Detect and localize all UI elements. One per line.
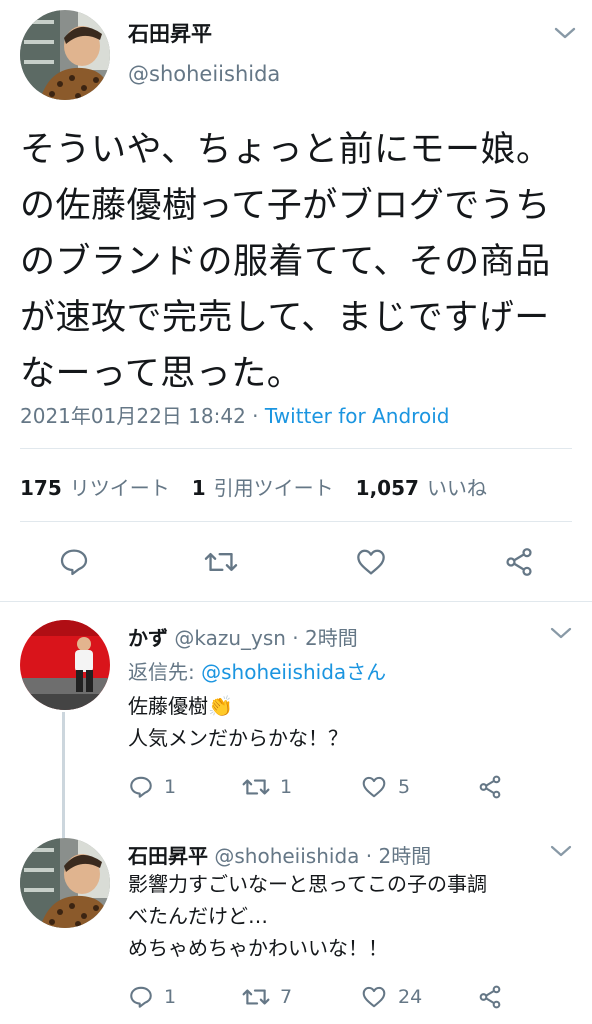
quotes-label[interactable]: 引用ツイート [214, 476, 334, 500]
retweet-count: 1 [280, 776, 293, 798]
retweet-button[interactable]: 7 [242, 984, 292, 1010]
like-icon [362, 986, 386, 1008]
like-count: 24 [398, 986, 423, 1008]
chevron-down-icon[interactable] [554, 26, 576, 40]
author-avatar-image [20, 10, 110, 100]
reply-handle[interactable]: @shoheiishida [214, 844, 359, 868]
like-icon [357, 549, 385, 575]
reply-button[interactable]: 1 [128, 774, 176, 800]
section-divider [0, 601, 592, 602]
reply-header: かず @kazu_ysn · 2時間 [128, 622, 358, 651]
reply-button[interactable]: 1 [128, 984, 176, 1010]
reply-text: 佐藤優樹👏 人気メンだからかな！？ [128, 690, 568, 754]
reply-avatar-image [20, 620, 110, 710]
share-button[interactable] [476, 984, 504, 1010]
author-handle[interactable]: @shoheiishida [128, 62, 280, 86]
reply-time[interactable]: · 2時間 [286, 626, 357, 650]
author-display-name[interactable]: 石田昇平 [128, 18, 212, 48]
reply-count: 1 [164, 776, 177, 798]
like-button[interactable] [354, 546, 388, 578]
reply-display-name[interactable]: かず [128, 626, 168, 650]
retweets-count[interactable]: 175 [20, 476, 62, 500]
reply-icon [60, 549, 88, 576]
reply-avatar[interactable] [20, 620, 110, 710]
like-count: 5 [398, 776, 411, 798]
tweet-meta: 2021年01月22日 18:42 · Twitter for Android [20, 400, 449, 429]
tweet-source-link[interactable]: Twitter for Android [265, 404, 450, 428]
retweet-icon [242, 779, 270, 795]
share-icon [479, 775, 501, 799]
tweet-text-line: なーって思った。 [20, 354, 303, 394]
tweet-timestamp[interactable]: 2021年01月22日 18:42 [20, 404, 246, 428]
quotes-count[interactable]: 1 [192, 476, 206, 500]
reply-button[interactable] [58, 546, 90, 578]
reply-text: 影響力すごいなーと思ってこの子の事調 べたんだけど… めちゃめちゃかわいいな！！ [128, 868, 578, 964]
tweet-text-line: の佐藤優樹って子がブログでうち [20, 186, 551, 226]
reply-avatar-image [20, 838, 110, 928]
reply-icon [130, 986, 152, 1008]
divider [20, 448, 572, 449]
tweet-stats: 175 リツイート 1 引用ツイート 1,057 いいね [20, 472, 509, 501]
reply-text-line: べたんだけど… [128, 904, 268, 928]
likes-count[interactable]: 1,057 [356, 476, 419, 500]
share-icon [479, 985, 501, 1009]
author-avatar[interactable] [20, 10, 110, 100]
retweet-count: 7 [280, 986, 293, 1008]
reply-avatar[interactable] [20, 838, 110, 928]
tweet-text: そういや、ちょっと前にモー娘。 の佐藤優樹って子がブログでうち のブランドの服着… [20, 122, 580, 402]
reply-text-line: 佐藤優樹👏 [128, 694, 233, 718]
retweet-button[interactable] [204, 546, 238, 578]
thread-line [62, 712, 65, 838]
tweet-text-line: が速攻で完売して、まじですげー [20, 298, 550, 338]
like-button[interactable]: 5 [360, 774, 410, 800]
share-button[interactable] [502, 546, 536, 578]
reply-header: 石田昇平 @shoheiishida · 2時間 [128, 840, 431, 869]
retweets-label[interactable]: リツイート [70, 476, 170, 500]
retweet-icon [242, 989, 270, 1005]
tweet-text-line: そういや、ちょっと前にモー娘。 [20, 130, 552, 170]
replying-to: 返信先: @shoheiishidaさん [128, 656, 386, 685]
replying-to-link[interactable]: @shoheiishidaさん [201, 660, 386, 684]
like-icon [362, 776, 386, 798]
reply-icon [130, 776, 152, 798]
retweet-icon [204, 552, 238, 572]
tweet-text-line: のブランドの服着てて、その商品 [20, 242, 551, 282]
reply-display-name[interactable]: 石田昇平 [128, 844, 208, 868]
share-icon [506, 548, 532, 576]
divider [20, 521, 572, 522]
reply-text-line: めちゃめちゃかわいいな！！ [128, 936, 388, 960]
like-button[interactable]: 24 [360, 984, 422, 1010]
reply-handle[interactable]: @kazu_ysn [174, 626, 286, 650]
replying-to-prefix: 返信先: [128, 660, 202, 684]
chevron-down-icon[interactable] [550, 844, 572, 858]
likes-label[interactable]: いいね [427, 476, 487, 500]
share-button[interactable] [476, 774, 504, 800]
reply-text-line: 人気メンだからかな！？ [128, 726, 348, 750]
reply-text-line: 影響力すごいなーと思ってこの子の事調 [128, 872, 487, 896]
meta-separator: · [245, 404, 265, 428]
reply-time[interactable]: · 2時間 [359, 844, 431, 868]
reply-count: 1 [164, 986, 177, 1008]
retweet-button[interactable]: 1 [242, 774, 292, 800]
chevron-down-icon[interactable] [550, 626, 572, 640]
